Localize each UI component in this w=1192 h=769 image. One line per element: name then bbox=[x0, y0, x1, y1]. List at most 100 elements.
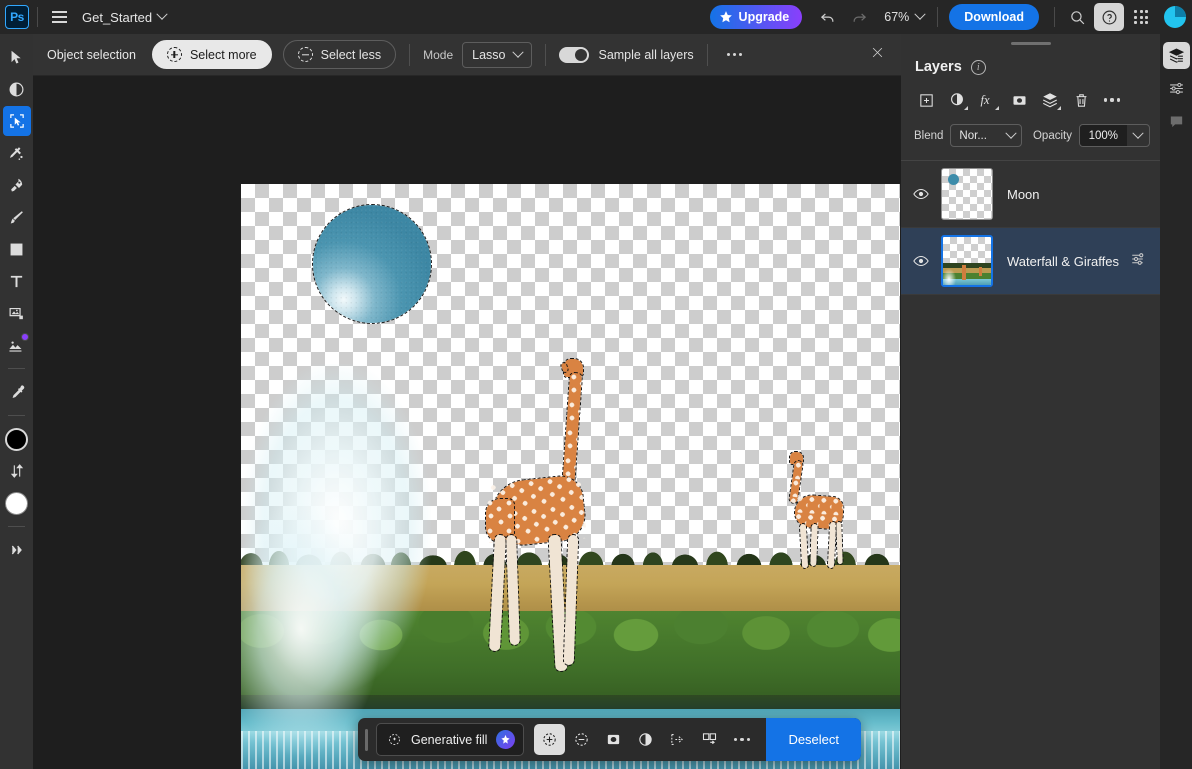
divider bbox=[545, 44, 546, 66]
select-less-button[interactable]: Select less bbox=[283, 40, 396, 69]
duplicate-icon[interactable] bbox=[694, 724, 725, 755]
layer-thumbnail[interactable] bbox=[941, 168, 993, 220]
add-layer-icon[interactable] bbox=[911, 86, 941, 114]
adjustment-icon[interactable] bbox=[630, 724, 661, 755]
more-options-icon[interactable] bbox=[721, 47, 749, 62]
layer-mask-icon[interactable] bbox=[1004, 86, 1034, 114]
layer-effects-icon[interactable]: fx bbox=[973, 86, 1003, 114]
photoshop-web-app: Ps Get_Started Upgrade 67% Download bbox=[0, 0, 1192, 769]
info-icon[interactable]: i bbox=[971, 60, 986, 75]
chevron-down-icon bbox=[513, 46, 524, 57]
add-to-selection-icon[interactable] bbox=[534, 724, 565, 755]
canvas-workspace[interactable] bbox=[33, 76, 901, 769]
layers-panel-toolbar: fx bbox=[901, 75, 1160, 114]
task-bar-drag-handle[interactable] bbox=[365, 729, 368, 751]
top-bar-right-controls: Upgrade 67% Download bbox=[710, 3, 1192, 31]
tool-bar bbox=[0, 34, 33, 769]
sample-all-layers-label: Sample all layers bbox=[598, 48, 693, 62]
layers-panel-icon[interactable] bbox=[1163, 42, 1190, 69]
layer-row-waterfall-giraffes[interactable]: Waterfall & Giraffes bbox=[901, 228, 1160, 295]
active-tool-title: Object selection bbox=[47, 48, 136, 62]
divider bbox=[37, 7, 38, 27]
layer-thumbnail[interactable] bbox=[941, 235, 993, 287]
more-icon[interactable] bbox=[726, 724, 757, 755]
menu-icon[interactable] bbox=[46, 4, 72, 30]
close-icon[interactable] bbox=[864, 39, 891, 71]
more-tools-icon[interactable] bbox=[3, 535, 31, 565]
swap-colors-icon[interactable] bbox=[3, 456, 31, 486]
image-tool[interactable] bbox=[3, 298, 31, 328]
spot-healing-tool[interactable] bbox=[3, 138, 31, 168]
object-selection-tool[interactable] bbox=[3, 106, 31, 136]
blend-mode-value: Nor... bbox=[959, 130, 986, 142]
redo-icon[interactable] bbox=[844, 3, 874, 31]
delete-layer-icon[interactable] bbox=[1066, 86, 1096, 114]
foreground-color-swatch[interactable] bbox=[3, 424, 31, 454]
divider bbox=[707, 44, 708, 66]
download-button[interactable]: Download bbox=[949, 4, 1039, 30]
giraffe-background bbox=[781, 452, 853, 582]
opacity-field[interactable]: 100% bbox=[1079, 124, 1150, 147]
shape-tool[interactable] bbox=[3, 234, 31, 264]
deselect-button[interactable]: Deselect bbox=[766, 718, 861, 761]
generative-ai-badge-icon bbox=[496, 730, 515, 749]
layers-panel-header: Layers i bbox=[901, 45, 1160, 75]
divider bbox=[8, 526, 25, 527]
zoom-level-value: 67% bbox=[884, 10, 909, 24]
divider bbox=[1054, 7, 1055, 27]
subtract-from-selection-icon[interactable] bbox=[566, 724, 597, 755]
moon-shape-selected[interactable] bbox=[313, 205, 431, 323]
transform-icon[interactable] bbox=[662, 724, 693, 755]
adjustments-panel-icon[interactable] bbox=[1163, 75, 1190, 102]
document-name-label: Get_Started bbox=[82, 10, 152, 25]
opacity-dropdown-icon[interactable] bbox=[1127, 125, 1149, 146]
upgrade-button[interactable]: Upgrade bbox=[710, 5, 803, 29]
mask-icon[interactable] bbox=[598, 724, 629, 755]
task-bar-icon-group bbox=[534, 724, 757, 755]
move-tool[interactable] bbox=[3, 42, 31, 72]
type-tool[interactable] bbox=[3, 266, 31, 296]
generative-fill-label: Generative fill bbox=[411, 733, 487, 747]
adjustment-tool[interactable] bbox=[3, 74, 31, 104]
blend-opacity-row: Blend Nor... Opacity 100% bbox=[901, 114, 1160, 147]
top-bar: Ps Get_Started Upgrade 67% Download bbox=[0, 0, 1192, 34]
divider bbox=[8, 368, 25, 369]
retouch-tool[interactable] bbox=[3, 170, 31, 200]
eyedropper-tool[interactable] bbox=[3, 377, 31, 407]
group-layers-icon[interactable] bbox=[1035, 86, 1065, 114]
layer-visibility-toggle[interactable] bbox=[901, 185, 941, 203]
background-color-swatch[interactable] bbox=[3, 488, 31, 518]
comments-panel-icon[interactable] bbox=[1163, 108, 1190, 135]
layer-row-moon[interactable]: Moon bbox=[901, 161, 1160, 228]
chevron-down-icon bbox=[156, 9, 167, 20]
chevron-down-icon bbox=[1005, 127, 1016, 138]
right-rail bbox=[1160, 34, 1192, 769]
document-canvas[interactable] bbox=[241, 184, 900, 769]
user-avatar[interactable] bbox=[1164, 6, 1186, 28]
generate-image-tool[interactable] bbox=[3, 330, 31, 360]
app-grid-icon[interactable] bbox=[1126, 3, 1156, 31]
layer-name: Moon bbox=[1007, 187, 1148, 202]
undo-icon[interactable] bbox=[812, 3, 842, 31]
select-more-button[interactable]: Select more bbox=[152, 40, 272, 69]
zoom-level-dropdown[interactable]: 67% bbox=[884, 10, 924, 24]
adjustment-layer-icon[interactable] bbox=[942, 86, 972, 114]
search-icon[interactable] bbox=[1062, 3, 1092, 31]
photoshop-logo[interactable]: Ps bbox=[5, 5, 29, 29]
brush-tool[interactable] bbox=[3, 202, 31, 232]
generative-fill-button[interactable]: Generative fill bbox=[376, 723, 524, 756]
blend-mode-select[interactable]: Nor... bbox=[950, 124, 1022, 147]
chevron-down-icon bbox=[915, 9, 926, 20]
star-icon bbox=[719, 10, 733, 24]
divider bbox=[409, 44, 410, 66]
blend-label: Blend bbox=[914, 130, 943, 142]
mode-label: Mode bbox=[423, 48, 453, 62]
sample-all-layers-toggle[interactable] bbox=[559, 47, 589, 63]
layer-properties-icon[interactable] bbox=[1130, 250, 1148, 273]
select-more-label: Select more bbox=[190, 48, 257, 62]
more-layer-options-icon[interactable] bbox=[1097, 86, 1127, 114]
help-icon[interactable] bbox=[1094, 3, 1124, 31]
layer-visibility-toggle[interactable] bbox=[901, 252, 941, 270]
document-name-dropdown[interactable]: Get_Started bbox=[82, 10, 166, 25]
mode-select[interactable]: Lasso bbox=[462, 42, 532, 68]
